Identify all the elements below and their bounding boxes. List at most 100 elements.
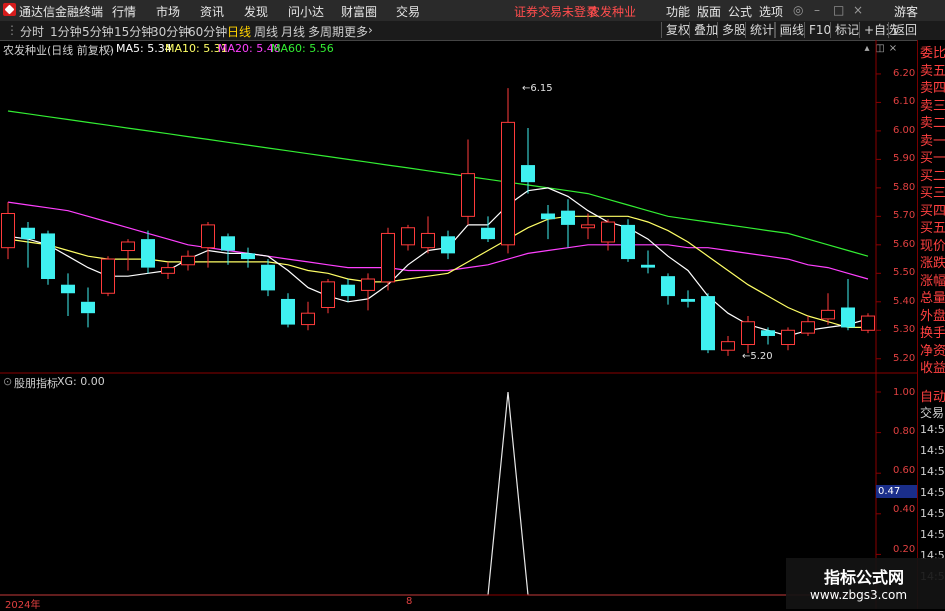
candle <box>201 222 215 268</box>
period-1min[interactable]: 1分钟 <box>50 23 82 40</box>
guest-label[interactable]: 游客 <box>894 3 918 20</box>
period-weekly[interactable]: 周线 <box>254 23 278 40</box>
rp-time: 14:56 <box>920 528 945 541</box>
login-status-warning[interactable]: 证券交易未登录 <box>514 3 598 20</box>
menu-banmian[interactable]: 版面 <box>697 3 721 20</box>
period-5min[interactable]: 5分钟 <box>82 23 114 40</box>
xg-indicator-line <box>0 391 868 596</box>
candle-body-up <box>301 312 315 326</box>
price-ytick: 5.50 <box>893 267 916 279</box>
menu-gongshi[interactable]: 公式 <box>728 3 752 20</box>
period-daily[interactable]: 日线 <box>227 23 251 40</box>
menu-xuanxiang[interactable]: 选项 <box>759 3 783 20</box>
candle-body-up <box>601 221 615 243</box>
period-multi[interactable]: 多周期 <box>308 23 344 40</box>
rp-label: 涨幅 <box>920 273 945 289</box>
indicator-settings-icon[interactable]: ⊙ <box>3 375 12 388</box>
candle <box>121 239 135 271</box>
candle-body-down <box>641 264 655 268</box>
candle-body-up <box>501 121 515 246</box>
maximize-icon[interactable]: □ <box>833 3 844 17</box>
candle-body-up <box>161 267 175 274</box>
ind-ytick: 0.40 <box>893 504 916 515</box>
candle <box>401 224 415 251</box>
candle-body-up <box>741 321 755 346</box>
price-ytick: 6.20 <box>893 67 916 79</box>
rp-lower-label[interactable]: 交易 <box>920 404 944 421</box>
rp-time: 14:56 <box>920 507 945 520</box>
period-monthly[interactable]: 月线 <box>281 23 305 40</box>
candle <box>661 273 675 305</box>
candle-body-down <box>661 276 675 297</box>
candle <box>141 230 155 274</box>
menu-zixun[interactable]: 资讯 <box>200 3 224 20</box>
rp-label: 买三 <box>920 186 945 201</box>
more-chevron-icon[interactable]: › <box>368 23 373 37</box>
rp-time: 14:56 <box>920 444 945 457</box>
candle-body-down <box>221 236 235 251</box>
candle <box>561 199 575 248</box>
rp-lower-label[interactable]: 自动 <box>920 386 945 405</box>
candle <box>221 233 235 265</box>
menu-hangqing[interactable]: 行情 <box>112 3 136 20</box>
candle <box>281 293 295 328</box>
candle-body-down <box>41 233 55 280</box>
rp-time: 14:56 <box>920 486 945 499</box>
watermark-url: www.zbgs3.com <box>810 588 908 602</box>
rp-time: 14:56 <box>920 465 945 478</box>
candle-body-down <box>561 210 575 225</box>
price-annotation: ←5.20 <box>742 351 773 362</box>
menu-faxian[interactable]: 发现 <box>244 3 268 20</box>
period-15min[interactable]: 15分钟 <box>114 23 153 40</box>
period-fenshi[interactable]: 分时 <box>20 23 44 40</box>
candle-body-down <box>341 284 355 297</box>
period-more[interactable]: 更多 <box>344 23 368 40</box>
menu-jiaoyi[interactable]: 交易 <box>396 3 420 20</box>
candle <box>701 293 715 354</box>
menu-gongneng[interactable]: 功能 <box>666 3 690 20</box>
candle-body-down <box>281 298 295 325</box>
candle <box>241 247 255 268</box>
candle <box>861 313 875 334</box>
indicator-value: XG: 0.00 <box>57 375 105 388</box>
xaxis-month-label: 8 <box>406 596 413 607</box>
app-logo-icon <box>3 3 16 16</box>
menu-wenxiaoda[interactable]: 问小达 <box>288 3 324 20</box>
ma5-line <box>7 187 869 337</box>
close-icon[interactable]: × <box>853 3 863 17</box>
rp-time: 14:56 <box>920 423 945 436</box>
ind-ytick: 1.00 <box>893 387 916 398</box>
candle-body-down <box>521 165 535 183</box>
rp-label: 涨跌 <box>920 256 945 271</box>
minimize-icon[interactable]: – <box>814 3 820 17</box>
indicator-current-marker: 0.47 <box>876 485 918 498</box>
chart-grid <box>876 73 881 360</box>
candle <box>421 216 435 254</box>
rp-label: 买五 <box>920 221 945 236</box>
quote-side-panel: 委比 卖五 卖四 卖三 卖二 卖一 买一 买二 买三 买四 买五 现价 涨跌 涨幅 总量 外盘 换手 净资 收益 自… <box>917 40 945 609</box>
candle-body-up <box>721 341 735 351</box>
menu-shichang[interactable]: 市场 <box>156 3 180 20</box>
price-annotation: ←6.15 <box>522 83 553 94</box>
candle <box>801 316 815 336</box>
candle-body-down <box>621 224 635 260</box>
price-ytick: 5.90 <box>893 153 916 165</box>
candle-body-down <box>241 253 255 260</box>
candle <box>81 287 95 328</box>
kline-chart[interactable]: ←6.15 ←5.20 <box>0 40 917 609</box>
rp-label: 净资 <box>920 343 945 359</box>
rp-label: 卖五 <box>920 63 945 79</box>
chat-icon[interactable]: ◎ <box>793 3 803 17</box>
candle <box>761 327 775 345</box>
price-ytick: 6.00 <box>893 124 916 136</box>
indicator-title: 股朋指标 <box>14 377 58 390</box>
candle <box>741 316 755 354</box>
period-60min[interactable]: 60分钟 <box>188 23 227 40</box>
candle <box>841 279 855 331</box>
menu-caifuquan[interactable]: 财富圈 <box>341 3 377 20</box>
btn-fanhui[interactable]: 返回 <box>888 22 921 38</box>
candle-body-down <box>841 307 855 328</box>
price-ytick: 5.20 <box>893 352 916 364</box>
candle <box>41 230 55 285</box>
period-30min[interactable]: 30分钟 <box>151 23 190 40</box>
